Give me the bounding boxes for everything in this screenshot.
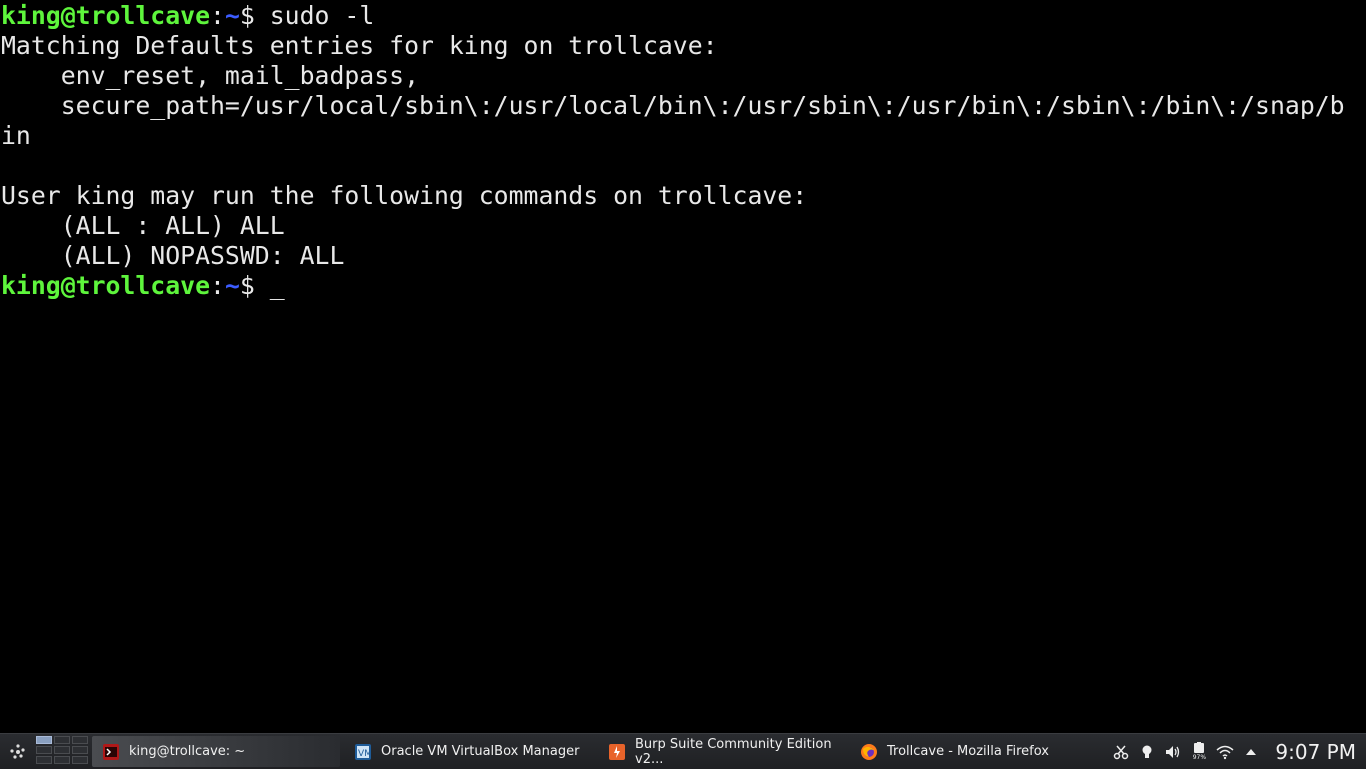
wifi-icon[interactable] [1215, 742, 1235, 762]
output-line: (ALL) NOPASSWD: ALL [1, 241, 345, 270]
task-label: Oracle VM VirtualBox Manager [381, 744, 580, 759]
task-terminal[interactable]: king@trollcave: ~ [92, 736, 340, 767]
prompt-user: king@trollcave [1, 1, 211, 30]
prompt-colon: : [210, 271, 225, 300]
application-launcher-icon[interactable] [8, 742, 28, 762]
prompt-user: king@trollcave [1, 271, 211, 300]
prompt-colon: : [210, 1, 225, 30]
lightbulb-icon[interactable] [1137, 742, 1157, 762]
task-firefox[interactable]: Trollcave - Mozilla Firefox [850, 736, 1100, 767]
desktop-3[interactable] [72, 736, 88, 744]
desktop-2[interactable] [54, 736, 70, 744]
task-virtualbox[interactable]: VM Oracle VM VirtualBox Manager [344, 736, 594, 767]
terminal-window[interactable]: king@trollcave:~$ sudo -l Matching Defau… [0, 0, 1366, 733]
firefox-icon [861, 743, 877, 760]
virtual-desktop-pager[interactable] [36, 736, 88, 766]
battery-icon[interactable]: 97% [1189, 742, 1209, 762]
output-line: secure_path=/usr/local/sbin\:/usr/local/… [1, 91, 1345, 120]
chevron-up-icon[interactable] [1241, 742, 1261, 762]
desktop-6[interactable] [72, 746, 88, 754]
taskbar: king@trollcave: ~ VM Oracle VM VirtualBo… [0, 733, 1366, 769]
scissors-icon[interactable] [1111, 742, 1131, 762]
svg-text:VM: VM [358, 749, 372, 759]
output-line: in [1, 121, 31, 150]
desktop-5[interactable] [54, 746, 70, 754]
text-cursor: _ [269, 271, 285, 300]
task-label: king@trollcave: ~ [129, 744, 246, 759]
task-burp[interactable]: Burp Suite Community Edition v2... [598, 736, 850, 767]
command-text: $ [239, 271, 270, 300]
prompt-line: king@trollcave:~$ sudo -l [1, 1, 374, 31]
volume-icon[interactable] [1163, 742, 1183, 762]
prompt-path: ~ [224, 271, 240, 300]
desktop-4[interactable] [36, 746, 52, 754]
output-line: User king may run the following commands… [1, 181, 808, 210]
desktop-8[interactable] [54, 756, 70, 764]
prompt-line: king@trollcave:~$ _ [1, 271, 285, 301]
system-tray: 97% 9:07 PM [1111, 734, 1366, 769]
clock[interactable]: 9:07 PM [1275, 740, 1356, 764]
command-text: $ sudo -l [239, 1, 375, 30]
output-line: (ALL : ALL) ALL [1, 211, 285, 240]
desktop-7[interactable] [36, 756, 52, 764]
output-line: env_reset, mail_badpass, [1, 61, 420, 90]
prompt-path: ~ [224, 1, 240, 30]
burp-icon [609, 743, 625, 760]
terminal-icon [103, 743, 119, 760]
desktop-1[interactable] [36, 736, 52, 744]
battery-level: 97% [1192, 754, 1207, 761]
virtualbox-icon: VM [355, 743, 372, 760]
task-label: Burp Suite Community Edition v2... [635, 736, 832, 767]
desktop-9[interactable] [72, 756, 88, 764]
task-label: Trollcave - Mozilla Firefox [887, 744, 1049, 759]
output-line: Matching Defaults entries for king on tr… [1, 31, 718, 60]
